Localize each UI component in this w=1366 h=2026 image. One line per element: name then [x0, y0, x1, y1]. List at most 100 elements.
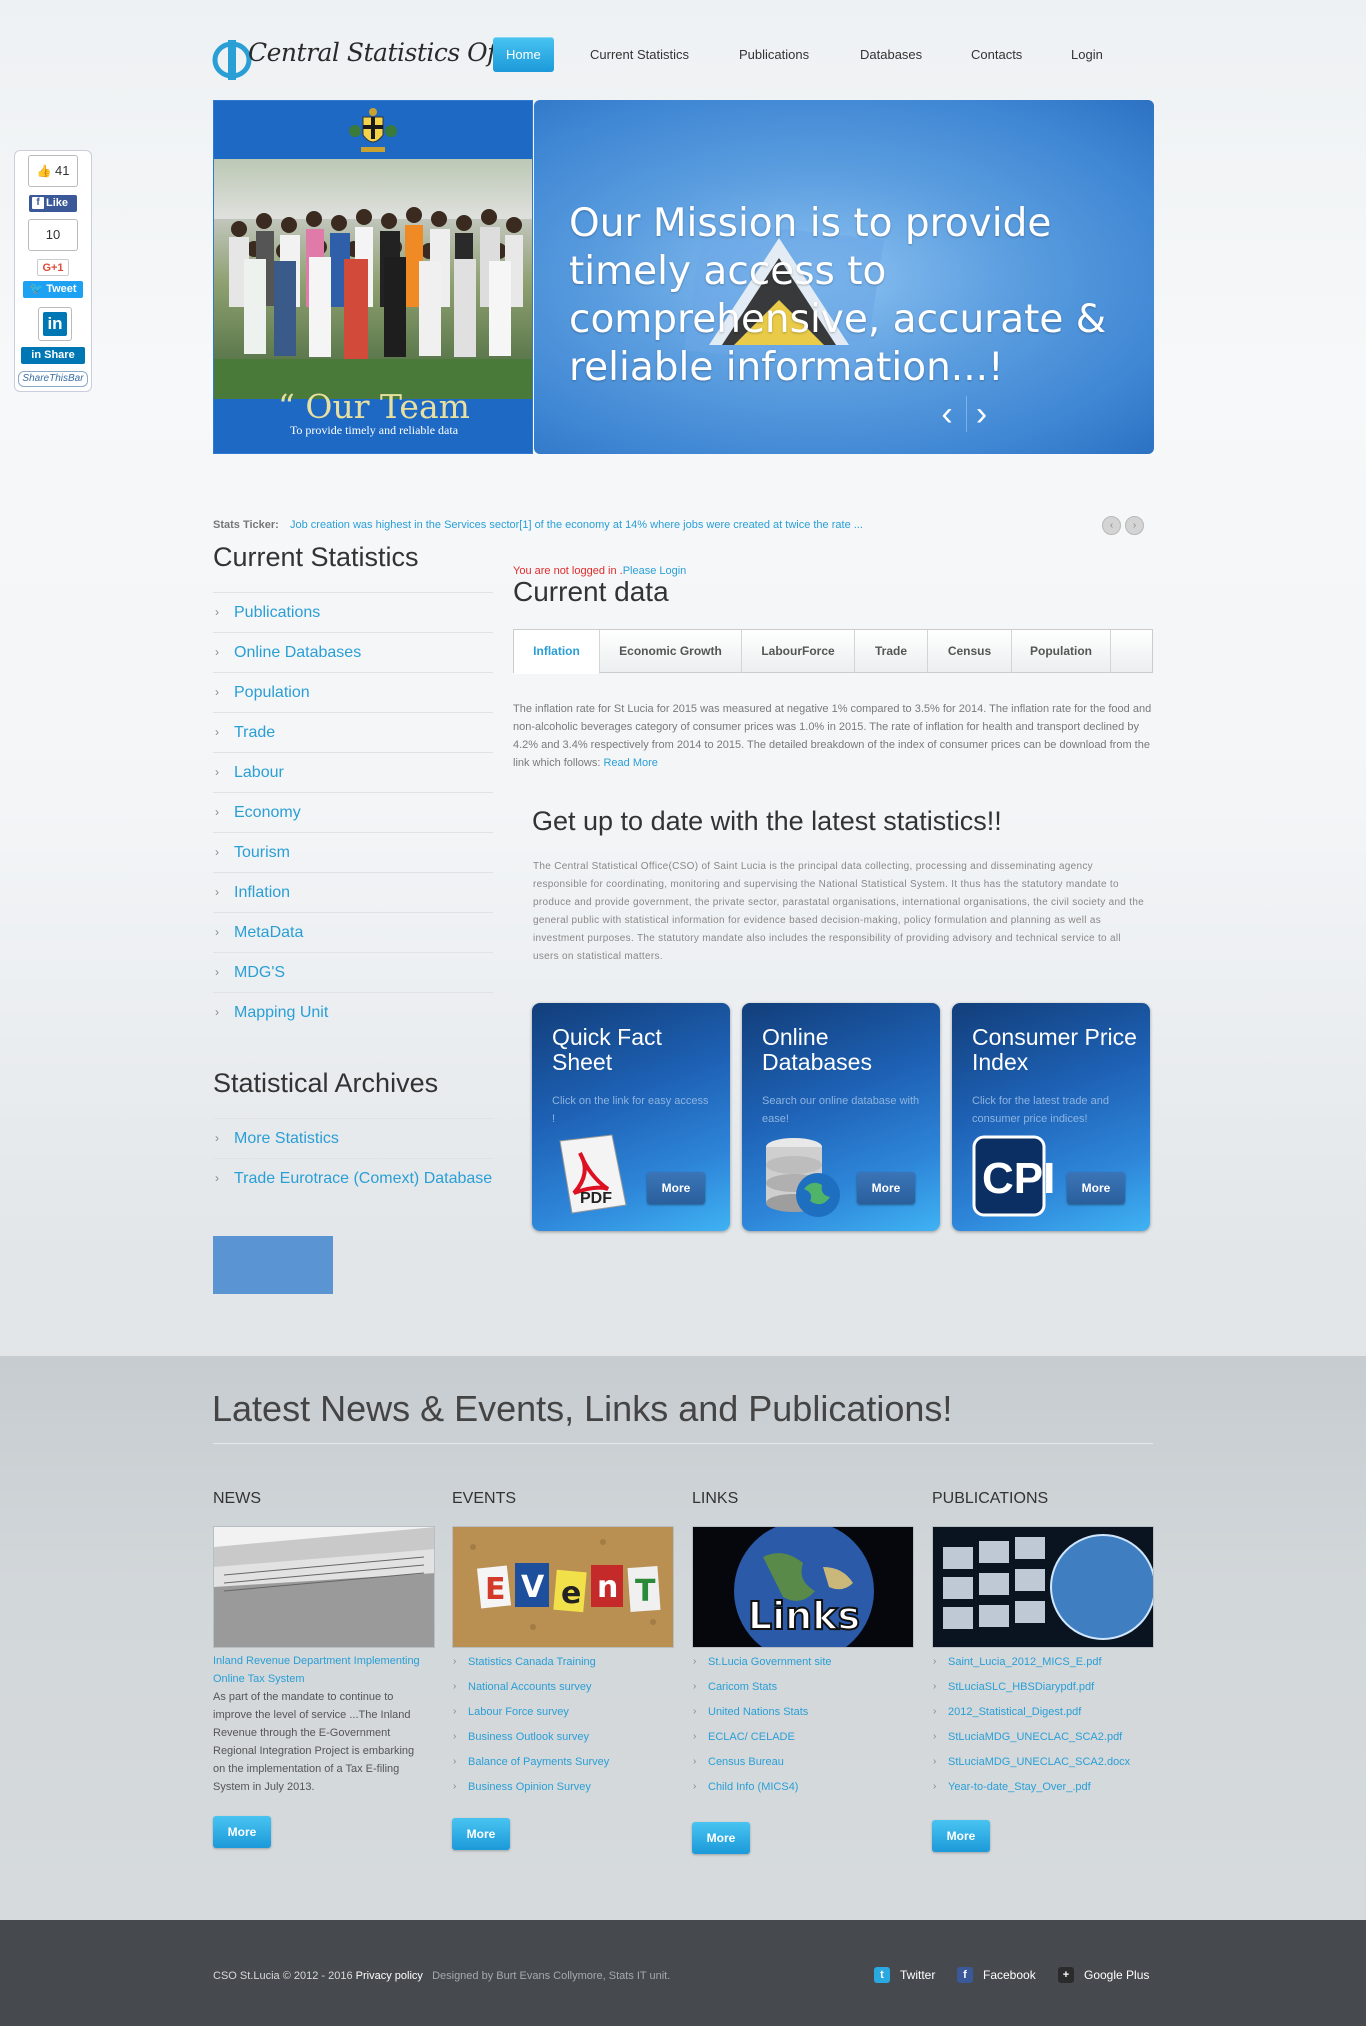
publications-more-button[interactable]: More	[932, 1820, 990, 1852]
sidebar-item-labour[interactable]: › Labour	[213, 752, 493, 792]
tab-census[interactable]: Census	[928, 630, 1012, 673]
cpi-more-button[interactable]: More	[1067, 1172, 1125, 1204]
nav-contacts[interactable]: Contacts	[971, 37, 1022, 72]
pdf-icon: PDF	[559, 1134, 627, 1214]
list-item[interactable]: › Saint_Lucia_2012_MICS_E.pdf	[932, 1656, 1154, 1681]
tab-labourforce[interactable]: LabourForce	[742, 630, 855, 673]
sidebar-item-label[interactable]: Online Databases	[234, 644, 361, 662]
event-link[interactable]: Business Opinion Survey	[468, 1781, 591, 1793]
sidebar-item-label[interactable]: Publications	[234, 604, 320, 622]
sidebar-item-online-databases[interactable]: › Online Databases	[213, 632, 493, 672]
list-item[interactable]: › StLuciaMDG_UNECLAC_SCA2.pdf	[932, 1731, 1154, 1756]
sidebar-item-label[interactable]: Trade	[234, 724, 275, 742]
sidebar-item-label[interactable]: Inflation	[234, 884, 290, 902]
sidebar-item-mapping-unit[interactable]: › Mapping Unit	[213, 992, 493, 1032]
gplus-button[interactable]: G+1	[37, 259, 69, 276]
mission-slider[interactable]: Our Mission is to provide timely access …	[534, 100, 1154, 454]
list-item[interactable]: › Business Outlook survey	[452, 1731, 674, 1756]
archives-item-more-statistics[interactable]: › More Statistics	[213, 1118, 493, 1158]
list-item[interactable]: › Balance of Payments Survey	[452, 1756, 674, 1781]
sidebar-item-tourism[interactable]: › Tourism	[213, 832, 493, 872]
list-item[interactable]: › Child Info (MICS4)	[692, 1781, 914, 1806]
news-title-link[interactable]: Inland Revenue Department Implementing O…	[213, 1652, 435, 1688]
event-link[interactable]: Business Outlook survey	[468, 1731, 589, 1743]
online-databases-more-button[interactable]: More	[857, 1172, 915, 1204]
sidebar-item-trade[interactable]: › Trade	[213, 712, 493, 752]
team-people-illustration	[214, 159, 532, 399]
sidebar-banner[interactable]	[213, 1236, 333, 1294]
external-link[interactable]: Caricom Stats	[708, 1681, 777, 1693]
publication-link[interactable]: StLuciaMDG_UNECLAC_SCA2.docx	[948, 1756, 1130, 1768]
site-logo[interactable]: Central Statistics Office	[212, 34, 540, 82]
external-link[interactable]: Census Bureau	[708, 1756, 784, 1768]
list-item[interactable]: › Business Opinion Survey	[452, 1781, 674, 1806]
nav-databases[interactable]: Databases	[860, 37, 922, 72]
sharethisbar-link[interactable]: ShareThisBar	[18, 371, 88, 387]
list-item[interactable]: › Statistics Canada Training	[452, 1656, 674, 1681]
list-item[interactable]: › National Accounts survey	[452, 1681, 674, 1706]
list-item[interactable]: › St.Lucia Government site	[692, 1656, 914, 1681]
sidebar-item-label[interactable]: Mapping Unit	[234, 1004, 328, 1022]
list-item[interactable]: › Caricom Stats	[692, 1681, 914, 1706]
facebook-like-button[interactable]: f Like	[29, 195, 77, 212]
list-item[interactable]: › StLuciaSLC_HBSDiarypdf.pdf	[932, 1681, 1154, 1706]
external-link[interactable]: Child Info (MICS4)	[708, 1781, 798, 1793]
quick-fact-more-button[interactable]: More	[647, 1172, 705, 1204]
archives-item-eurotrace[interactable]: › Trade Eurotrace (Comext) Database	[213, 1158, 493, 1198]
list-item[interactable]: › Labour Force survey	[452, 1706, 674, 1731]
sidebar-item-label[interactable]: Population	[234, 684, 310, 702]
event-link[interactable]: Labour Force survey	[468, 1706, 569, 1718]
archives-item-label[interactable]: Trade Eurotrace (Comext) Database	[234, 1170, 492, 1188]
nav-current-statistics[interactable]: Current Statistics	[590, 37, 689, 72]
nav-home[interactable]: Home	[493, 37, 554, 72]
ticker-link[interactable]: Job creation was highest in the Services…	[290, 519, 863, 531]
event-link[interactable]: Statistics Canada Training	[468, 1656, 596, 1668]
linkedin-share-button[interactable]: in Share	[21, 347, 85, 364]
publication-link[interactable]: 2012_Statistical_Digest.pdf	[948, 1706, 1081, 1718]
privacy-policy-link[interactable]: Privacy policy	[356, 1970, 423, 1982]
ticker-next-icon[interactable]: ›	[1125, 516, 1144, 535]
list-item[interactable]: › StLuciaMDG_UNECLAC_SCA2.docx	[932, 1756, 1154, 1781]
event-link[interactable]: Balance of Payments Survey	[468, 1756, 609, 1768]
nav-login[interactable]: Login	[1071, 37, 1103, 72]
nav-publications[interactable]: Publications	[739, 37, 809, 72]
external-link[interactable]: St.Lucia Government site	[708, 1656, 832, 1668]
sidebar-item-label[interactable]: Tourism	[234, 844, 290, 862]
tab-inflation[interactable]: Inflation	[514, 630, 600, 674]
event-link[interactable]: National Accounts survey	[468, 1681, 592, 1693]
publication-link[interactable]: StLuciaSLC_HBSDiarypdf.pdf	[948, 1681, 1094, 1693]
tab-economic-growth[interactable]: Economic Growth	[600, 630, 742, 673]
list-item[interactable]: › ECLAC/ CELADE	[692, 1731, 914, 1756]
archives-item-label[interactable]: More Statistics	[234, 1130, 339, 1148]
list-item[interactable]: › United Nations Stats	[692, 1706, 914, 1731]
external-link[interactable]: United Nations Stats	[708, 1706, 808, 1718]
tab-trade[interactable]: Trade	[855, 630, 928, 673]
tweet-button[interactable]: 🐦 Tweet	[23, 281, 83, 298]
list-item[interactable]: › Census Bureau	[692, 1756, 914, 1781]
read-more-link[interactable]: Read More	[603, 757, 657, 769]
sidebar-item-label[interactable]: Labour	[234, 764, 284, 782]
linkedin-count-box[interactable]: in	[38, 307, 72, 341]
sidebar-item-inflation[interactable]: › Inflation	[213, 872, 493, 912]
links-more-button[interactable]: More	[692, 1822, 750, 1854]
sidebar-item-mdgs[interactable]: › MDG'S	[213, 952, 493, 992]
publication-link[interactable]: StLuciaMDG_UNECLAC_SCA2.pdf	[948, 1731, 1122, 1743]
sidebar-item-population[interactable]: › Population	[213, 672, 493, 712]
tab-population[interactable]: Population	[1012, 630, 1111, 673]
sidebar-item-publications[interactable]: › Publications	[213, 592, 493, 632]
sidebar-item-label[interactable]: MDG'S	[234, 964, 285, 982]
publication-link[interactable]: Year-to-date_Stay_Over_.pdf	[948, 1781, 1091, 1793]
list-item[interactable]: › Year-to-date_Stay_Over_.pdf	[932, 1781, 1154, 1806]
slider-next-arrow-icon[interactable]: ›	[966, 396, 996, 432]
sidebar-item-label[interactable]: MetaData	[234, 924, 303, 942]
publication-link[interactable]: Saint_Lucia_2012_MICS_E.pdf	[948, 1656, 1102, 1668]
news-more-button[interactable]: More	[213, 1816, 271, 1848]
slider-prev-arrow-icon[interactable]: ‹	[932, 396, 962, 432]
sidebar-item-label[interactable]: Economy	[234, 804, 301, 822]
events-more-button[interactable]: More	[452, 1818, 510, 1850]
external-link[interactable]: ECLAC/ CELADE	[708, 1731, 795, 1743]
sidebar-item-economy[interactable]: › Economy	[213, 792, 493, 832]
sidebar-item-metadata[interactable]: › MetaData	[213, 912, 493, 952]
ticker-prev-icon[interactable]: ‹	[1102, 516, 1121, 535]
list-item[interactable]: › 2012_Statistical_Digest.pdf	[932, 1706, 1154, 1731]
